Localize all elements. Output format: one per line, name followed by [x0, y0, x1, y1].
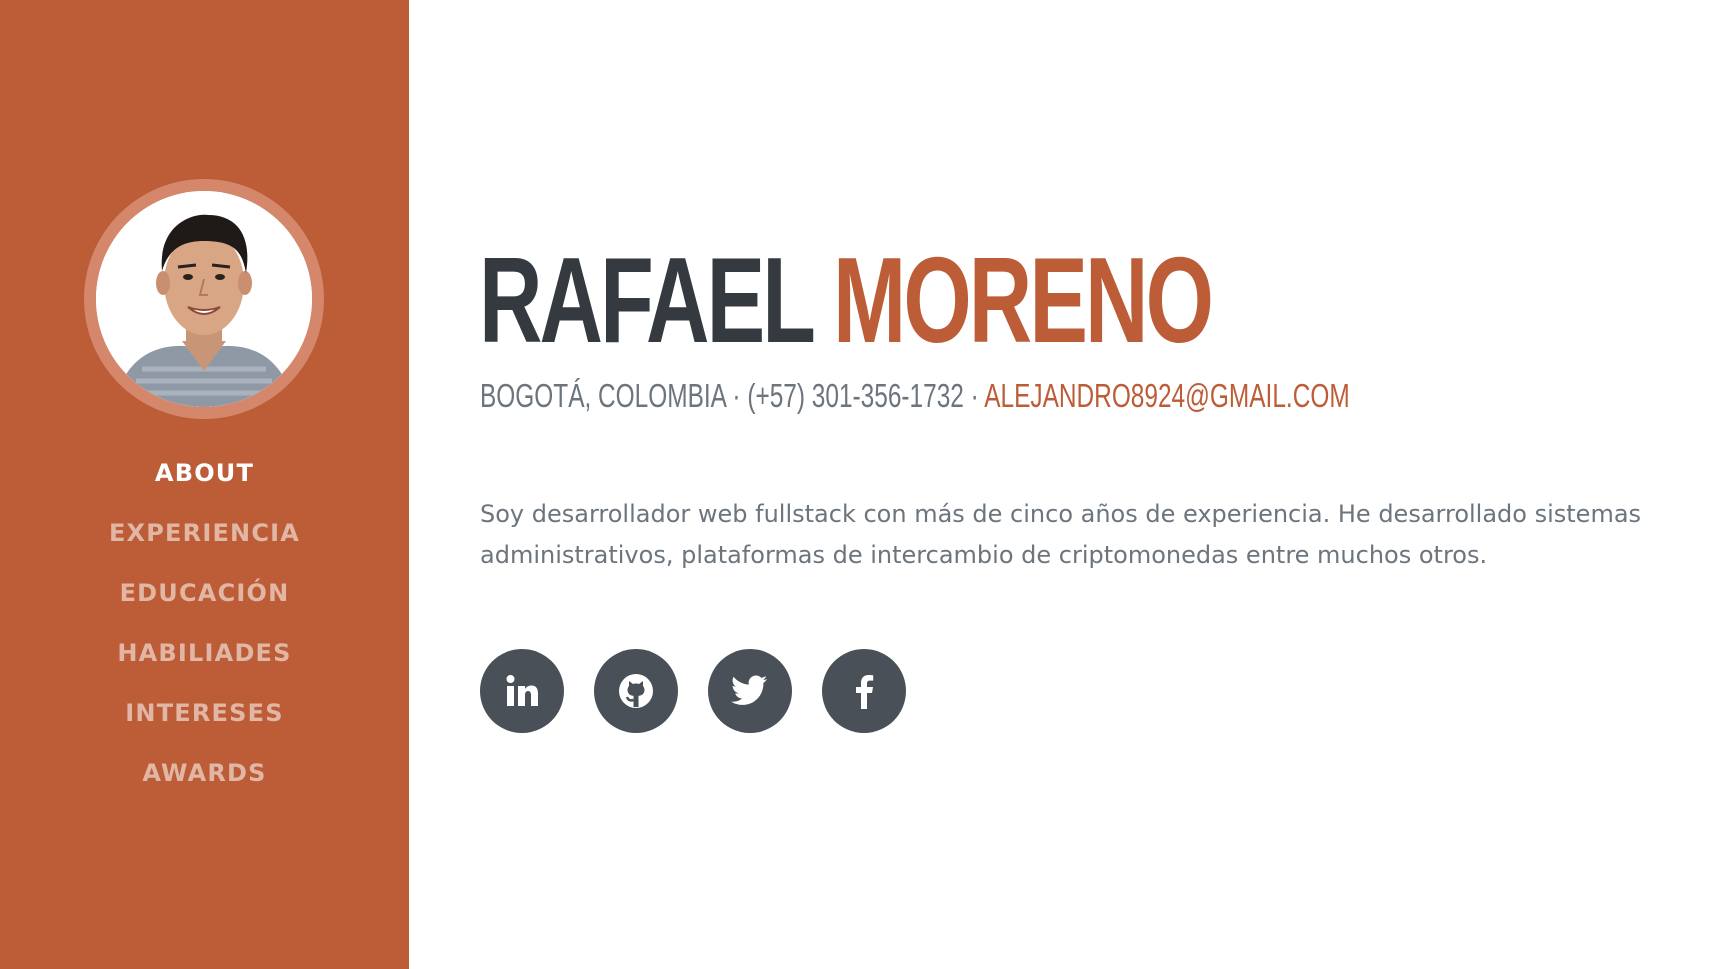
- sidebar: ABOUT EXPERIENCIA EDUCACIÓN HABILIADES I…: [0, 0, 409, 969]
- contact-line: BOGOTÁ, COLOMBIA · (+57) 301-356-1732 · …: [480, 376, 1350, 416]
- email-link[interactable]: ALEJANDRO8924@GMAIL.COM: [984, 377, 1349, 414]
- nav-item-about[interactable]: ABOUT: [0, 450, 409, 510]
- github-button[interactable]: [594, 649, 678, 733]
- facebook-icon: [856, 675, 874, 709]
- linkedin-button[interactable]: [480, 649, 564, 733]
- linkedin-icon: [506, 675, 538, 706]
- social-icons: [480, 649, 906, 733]
- facebook-button[interactable]: [822, 649, 906, 733]
- page-title: RAFAEL MORENO: [479, 236, 1214, 364]
- twitter-button[interactable]: [708, 649, 792, 733]
- bio-paragraph: Soy desarrollador web fullstack con más …: [480, 500, 1642, 569]
- avatar-frame: [84, 179, 324, 419]
- phone-text: (+57) 301-356-1732: [747, 377, 964, 414]
- separator: ·: [970, 377, 979, 414]
- profile-photo: [96, 191, 312, 407]
- github-icon: [619, 674, 653, 708]
- avatar: [96, 191, 312, 407]
- about-section: RAFAEL MORENO BOGOTÁ, COLOMBIA · (+57) 3…: [409, 0, 1734, 969]
- last-name: MORENO: [833, 232, 1214, 368]
- nav-item-habiliades[interactable]: HABILIADES: [0, 630, 409, 690]
- twitter-icon: [731, 675, 767, 705]
- page: ABOUT EXPERIENCIA EDUCACIÓN HABILIADES I…: [0, 0, 1734, 969]
- nav-item-educacion[interactable]: EDUCACIÓN: [0, 570, 409, 630]
- first-name: RAFAEL: [479, 232, 814, 368]
- sidebar-nav: ABOUT EXPERIENCIA EDUCACIÓN HABILIADES I…: [0, 450, 409, 810]
- location-text: BOGOTÁ, COLOMBIA: [480, 377, 726, 414]
- nav-item-awards[interactable]: AWARDS: [0, 750, 409, 810]
- nav-item-intereses[interactable]: INTERESES: [0, 690, 409, 750]
- nav-item-experiencia[interactable]: EXPERIENCIA: [0, 510, 409, 570]
- separator: ·: [732, 377, 741, 414]
